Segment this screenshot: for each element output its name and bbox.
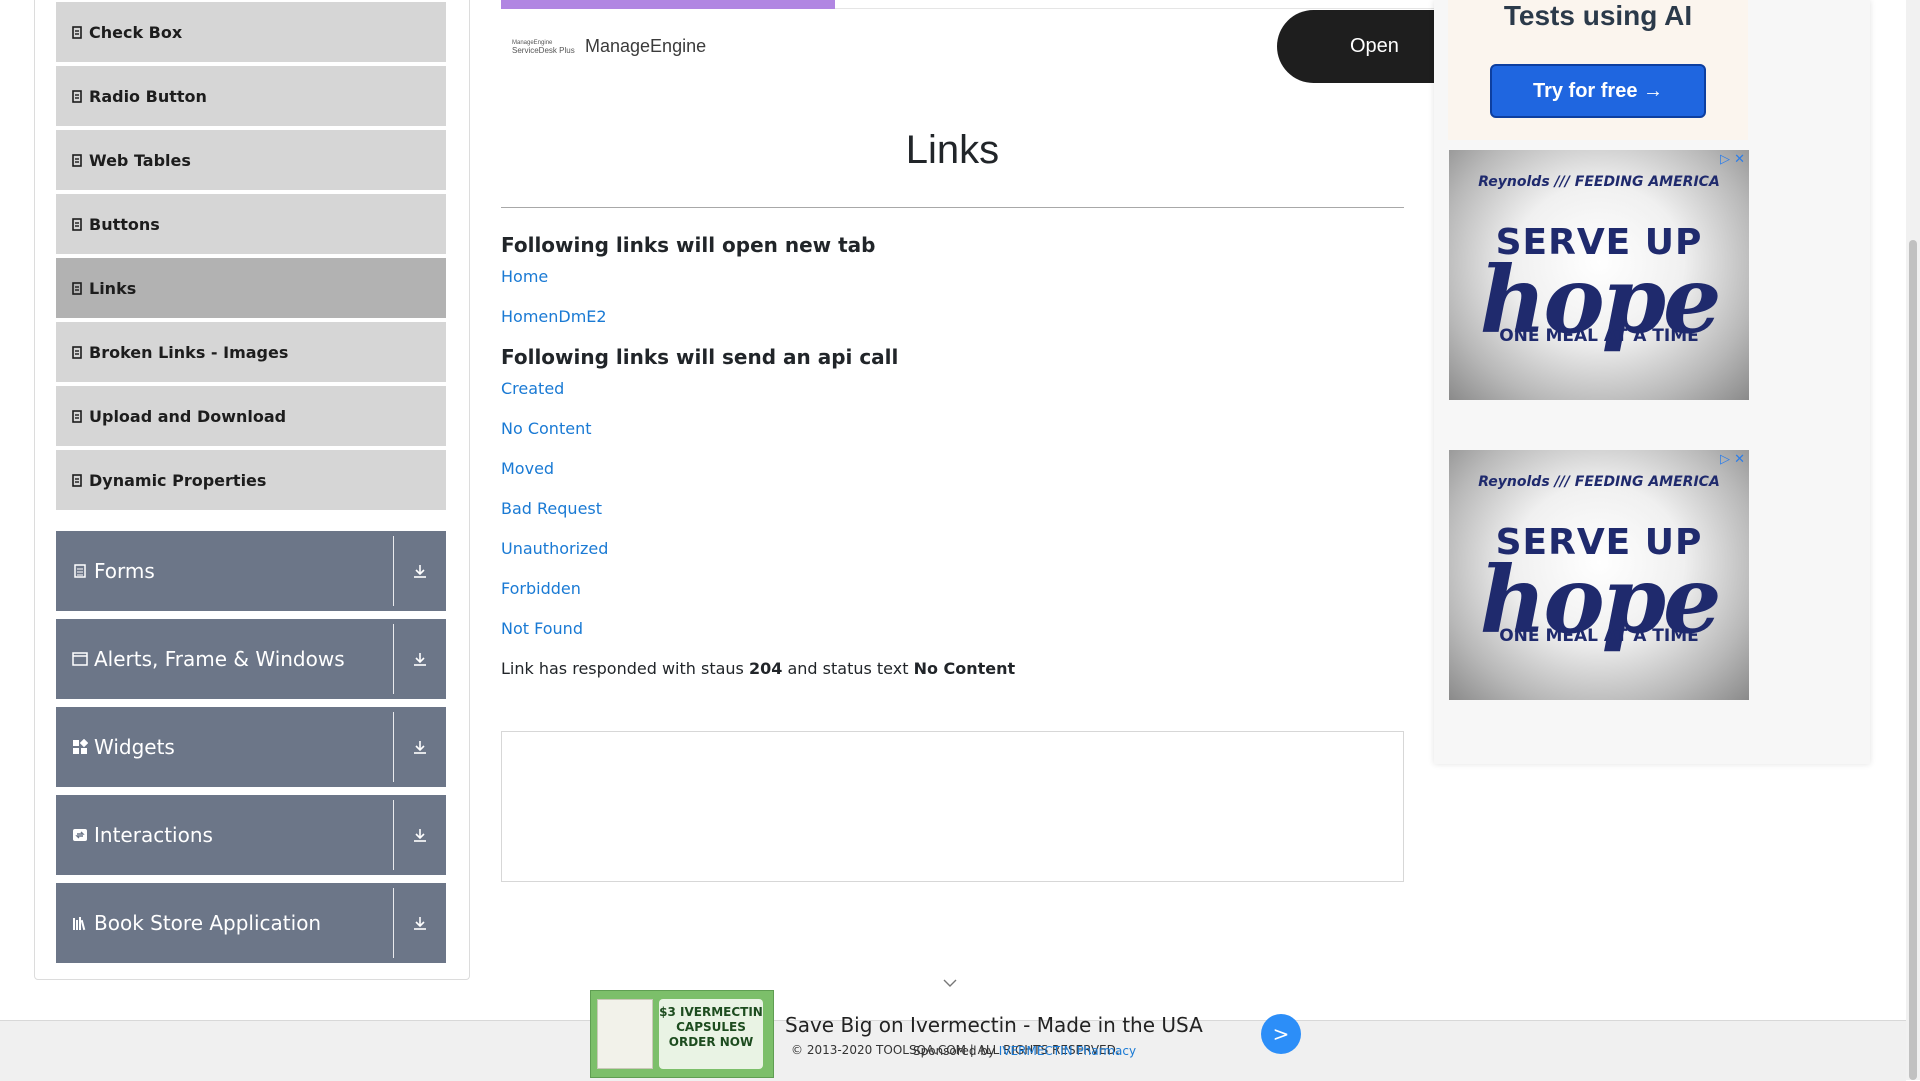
sponsor-prefix: Sponsored by bbox=[913, 1044, 999, 1058]
ai-testing-ad[interactable]: Tests using AI Try for free → bbox=[1448, 0, 1748, 140]
books-icon bbox=[72, 915, 88, 931]
divider bbox=[393, 888, 394, 958]
group-book-store[interactable]: Book Store Application bbox=[56, 883, 446, 963]
interactions-icon bbox=[72, 827, 88, 843]
try-for-free-button[interactable]: Try for free → bbox=[1490, 64, 1706, 118]
group-label: Forms bbox=[94, 559, 155, 583]
bottom-ad-title[interactable]: Save Big on Ivermectin - Made in the USA bbox=[785, 1013, 1203, 1037]
svg-text:ServiceDesk Plus: ServiceDesk Plus bbox=[512, 46, 575, 55]
file-icon bbox=[71, 281, 83, 295]
link-home[interactable]: Home bbox=[501, 267, 548, 286]
file-icon bbox=[71, 345, 83, 359]
ad-brands: Reynolds /// FEEDING AMERICA bbox=[1478, 174, 1720, 190]
bottom-ad-next-button[interactable]: > bbox=[1261, 1014, 1301, 1054]
api-heading: Following links will send an api call bbox=[501, 345, 899, 369]
divider bbox=[393, 800, 394, 870]
file-icon bbox=[71, 217, 83, 231]
link-not-found[interactable]: Not Found bbox=[501, 619, 583, 638]
ad-brands: Reynolds /// FEEDING AMERICA bbox=[1478, 474, 1720, 490]
sponsor-link[interactable]: IVERMECTIN Pharmacy bbox=[999, 1044, 1136, 1058]
sidebar-item-radio-button[interactable]: Radio Button bbox=[56, 66, 446, 128]
feeding-america-ad[interactable]: ▷ ✕ Reynolds /// FEEDING AMERICA SERVE U… bbox=[1449, 150, 1749, 400]
link-created[interactable]: Created bbox=[501, 379, 564, 398]
response-middle: and status text bbox=[782, 659, 914, 678]
sidebar-item-label: Check Box bbox=[89, 22, 183, 42]
group-forms[interactable]: Forms bbox=[56, 531, 446, 611]
new-tab-heading: Following links will open new tab bbox=[501, 233, 876, 257]
bottom-ad-sponsor: Sponsored by IVERMECTIN Pharmacy bbox=[913, 1044, 1136, 1058]
ad-progress-bar bbox=[501, 0, 835, 9]
link-bad-request[interactable]: Bad Request bbox=[501, 499, 602, 518]
ad-placeholder bbox=[501, 731, 1404, 882]
sidebar-item-label: Buttons bbox=[89, 214, 160, 234]
file-icon bbox=[71, 89, 83, 103]
expand-icon[interactable] bbox=[394, 739, 446, 755]
link-forbidden[interactable]: Forbidden bbox=[501, 579, 581, 598]
link-moved[interactable]: Moved bbox=[501, 459, 554, 478]
group-label: Alerts, Frame & Windows bbox=[94, 647, 345, 671]
divider bbox=[393, 536, 394, 606]
chevron-down-icon[interactable] bbox=[943, 972, 957, 991]
file-icon bbox=[71, 25, 83, 39]
response-status-text: No Content bbox=[913, 659, 1016, 678]
ad-choices-icon[interactable]: ▷ ✕ bbox=[1720, 152, 1745, 167]
sidebar-item-label: Radio Button bbox=[89, 86, 207, 106]
ad-tagline: ONE MEAL AT A TIME bbox=[1499, 326, 1699, 346]
sidebar-item-buttons[interactable]: Buttons bbox=[56, 194, 446, 256]
sidebar-item-label: Broken Links - Images bbox=[89, 342, 289, 362]
page-title: Links bbox=[905, 128, 1000, 172]
group-label: Book Store Application bbox=[94, 911, 322, 935]
link-dynamic-home[interactable]: HomenDmE2 bbox=[501, 307, 607, 326]
ivermectin-ad-image[interactable]: $3 IVERMECTIN CAPSULES ORDER NOW bbox=[590, 990, 774, 1078]
response-prefix: Link has responded with staus bbox=[501, 659, 749, 678]
divider bbox=[393, 712, 394, 782]
ad-image-text: $3 IVERMECTIN CAPSULES ORDER NOW bbox=[659, 999, 763, 1069]
link-no-content[interactable]: No Content bbox=[501, 419, 591, 438]
file-icon bbox=[71, 409, 83, 423]
product-box-icon bbox=[597, 999, 653, 1069]
expand-icon[interactable] bbox=[394, 915, 446, 931]
widgets-icon bbox=[72, 739, 88, 755]
response-status: 204 bbox=[748, 659, 783, 678]
window-icon bbox=[72, 651, 88, 667]
sidebar-item-web-tables[interactable]: Web Tables bbox=[56, 130, 446, 192]
link-response: Link has responded with staus 204 and st… bbox=[501, 659, 1015, 678]
sidebar-item-dynamic-properties[interactable]: Dynamic Properties bbox=[56, 450, 446, 512]
link-unauthorized[interactable]: Unauthorized bbox=[501, 539, 608, 558]
ad-open-button[interactable]: Open bbox=[1277, 10, 1457, 83]
feeding-america-ad[interactable]: ▷ ✕ Reynolds /// FEEDING AMERICA SERVE U… bbox=[1449, 450, 1749, 700]
group-label: Interactions bbox=[94, 823, 213, 847]
group-interactions[interactable]: Interactions bbox=[56, 795, 446, 875]
sidebar-item-label: Upload and Download bbox=[89, 406, 287, 426]
sidebar-item-label: Links bbox=[89, 278, 137, 298]
sidebar-item-links[interactable]: Links bbox=[56, 258, 446, 320]
scrollbar-thumb[interactable] bbox=[1909, 240, 1917, 1080]
sidebar-item-check-box[interactable]: Check Box bbox=[56, 2, 446, 64]
group-alerts-frame-windows[interactable]: Alerts, Frame & Windows bbox=[56, 619, 446, 699]
divider bbox=[501, 207, 1404, 208]
expand-icon[interactable] bbox=[394, 651, 446, 667]
expand-icon[interactable] bbox=[394, 563, 446, 579]
form-icon bbox=[72, 563, 88, 579]
file-icon bbox=[71, 153, 83, 167]
ad-brand-name[interactable]: ManageEngine bbox=[585, 36, 706, 57]
ad-choices-icon[interactable]: ▷ ✕ bbox=[1720, 452, 1745, 467]
expand-icon[interactable] bbox=[394, 827, 446, 843]
sidebar-item-broken-links[interactable]: Broken Links - Images bbox=[56, 322, 446, 384]
sidebar-item-label: Dynamic Properties bbox=[89, 470, 267, 490]
ad-title: Tests using AI bbox=[1503, 0, 1693, 31]
sidebar-item-upload-download[interactable]: Upload and Download bbox=[56, 386, 446, 448]
manageengine-logo[interactable]: ManageEngine ServiceDesk Plus bbox=[512, 36, 576, 58]
ad-tagline: ONE MEAL AT A TIME bbox=[1499, 626, 1699, 646]
group-widgets[interactable]: Widgets bbox=[56, 707, 446, 787]
divider bbox=[393, 624, 394, 694]
sidebar-item-label: Web Tables bbox=[89, 150, 191, 170]
group-label: Widgets bbox=[94, 735, 175, 759]
file-icon bbox=[71, 473, 83, 487]
